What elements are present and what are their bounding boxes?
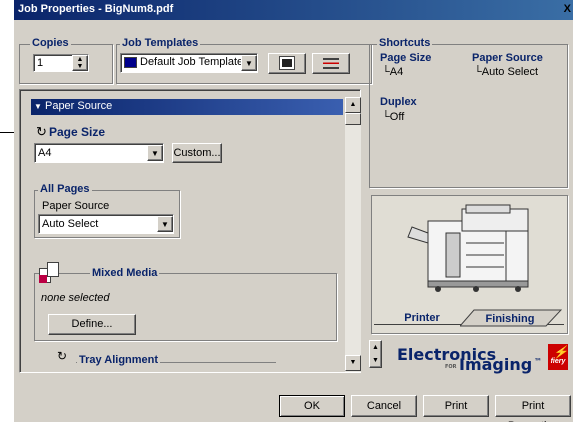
- chevron-down-icon[interactable]: ▼: [147, 145, 163, 161]
- window-title: Job Properties - BigNum8.pdf: [18, 3, 174, 15]
- manage-templates-button[interactable]: [312, 53, 350, 74]
- mixed-media-status: none selected: [41, 292, 110, 304]
- save-icon: [279, 56, 295, 70]
- panel-header-label: Paper Source: [44, 100, 113, 112]
- ok-button[interactable]: OK: [279, 395, 345, 417]
- fiery-logo: ⚡ fiery: [548, 344, 568, 370]
- computer-icon: [124, 57, 137, 68]
- mixed-media-icon: [39, 260, 61, 288]
- page-size-label: Page Size: [49, 125, 106, 139]
- panel-header[interactable]: ▼ Paper Source: [31, 99, 343, 115]
- shortcuts-label: Shortcuts: [377, 37, 433, 49]
- list-icon: [323, 58, 339, 69]
- shortcut-paper-source-label: Paper Source: [472, 52, 543, 64]
- printer-image: [407, 204, 529, 292]
- tab-finishing[interactable]: Finishing: [474, 313, 546, 325]
- define-button[interactable]: Define...: [48, 314, 136, 335]
- copies-label: Copies: [30, 37, 71, 49]
- refresh-icon: ↻: [57, 349, 68, 363]
- chevron-down-icon[interactable]: ▼: [157, 216, 173, 232]
- custom-size-button[interactable]: Custom...: [172, 143, 222, 163]
- paper-source-label: Paper Source: [42, 200, 110, 212]
- chevron-down-icon[interactable]: ▼: [241, 55, 257, 71]
- close-button[interactable]: X: [564, 3, 571, 15]
- job-templates-dropdown[interactable]: Default Job Templates: [120, 53, 258, 73]
- tab-printer[interactable]: Printer: [392, 312, 452, 324]
- print-properties-button[interactable]: Print Properties: [495, 395, 571, 422]
- lightning-icon: ⚡: [553, 345, 568, 359]
- scroll-up-button[interactable]: ▲: [345, 97, 361, 113]
- shortcut-paper-source-value: └Auto Select: [474, 66, 539, 78]
- all-pages-label: All Pages: [38, 183, 92, 195]
- mixed-media-label: Mixed Media: [90, 267, 160, 279]
- scroll-down-button[interactable]: ▼: [345, 355, 361, 371]
- tray-alignment-label: Tray Alignment: [77, 354, 161, 366]
- title-bar: Job Properties - BigNum8.pdf X: [14, 0, 573, 20]
- paper-source-dropdown[interactable]: Auto Select: [38, 214, 174, 234]
- shortcut-page-size-label: Page Size: [380, 52, 432, 64]
- save-template-button[interactable]: [268, 53, 306, 74]
- refresh-icon: ↻: [36, 124, 47, 139]
- job-templates-label: Job Templates: [120, 37, 201, 49]
- panel-scrollbar[interactable]: [345, 97, 361, 372]
- shortcut-duplex-label: Duplex: [380, 96, 417, 108]
- print-button[interactable]: Print: [423, 395, 489, 417]
- shortcut-duplex-value: └Off: [382, 111, 405, 123]
- scroll-thumb[interactable]: [345, 113, 361, 125]
- cancel-button[interactable]: Cancel: [351, 395, 417, 417]
- job-properties-dialog: Job Properties - BigNum8.pdf X Copies 1 …: [14, 0, 573, 422]
- shortcut-page-size-value: └A4: [382, 66, 404, 78]
- triangle-down-icon: ▼: [34, 102, 42, 111]
- copies-stepper[interactable]: ▲ ▼: [72, 55, 88, 71]
- panel-spin-control[interactable]: ▲ ▼: [369, 340, 382, 368]
- page-size-dropdown[interactable]: A4: [34, 143, 164, 163]
- brand-logo: Electronics FOR Imaging ™: [397, 345, 542, 374]
